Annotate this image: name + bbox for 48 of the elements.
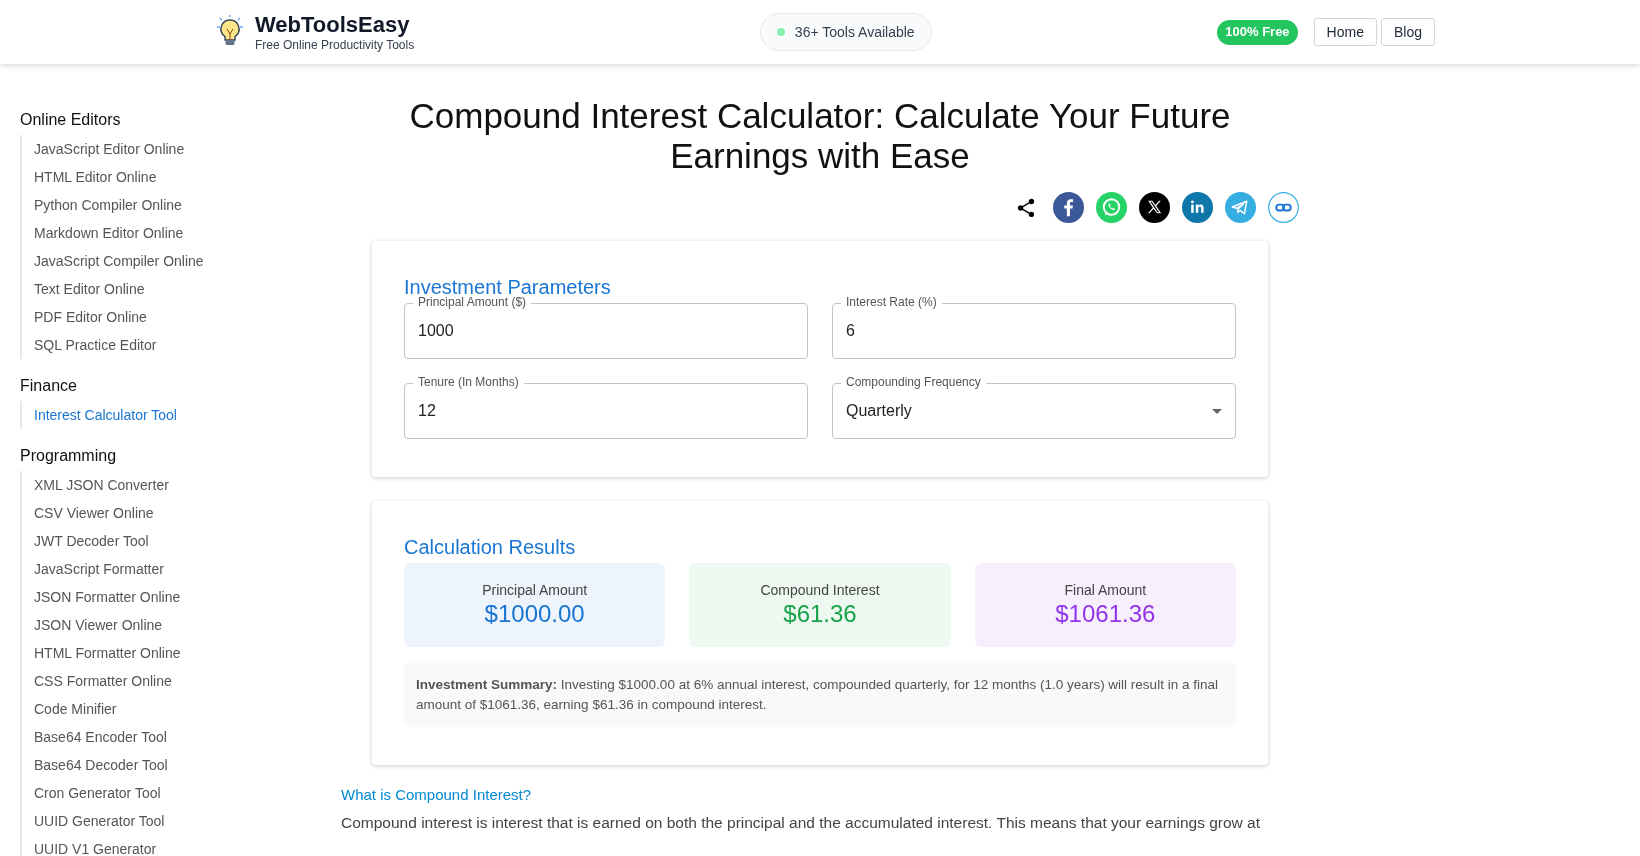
sidebar-heading: Finance [20, 376, 78, 396]
sidebar-item[interactable]: Interest Calculator Tool [22, 401, 177, 429]
sidebar-item[interactable]: UUID Generator Tool [22, 807, 165, 835]
sidebar-item[interactable]: Code Minifier [22, 695, 117, 723]
article-heading: What is Compound Interest? [341, 785, 533, 805]
field-label: Tenure (In Months) [413, 375, 524, 389]
article-paragraph: Compound interest is interest that is earned on both the principal and the accumulated interest. This means that your earnings grow at [341, 813, 1262, 833]
sidebar-item[interactable]: Cron Generator Tool [22, 779, 161, 807]
field-label: Principal Amount ($) [413, 295, 532, 309]
sidebar-item[interactable]: JSON Viewer Online [22, 611, 163, 639]
sidebar-item[interactable]: Python Compiler Online [22, 191, 182, 219]
sidebar-item[interactable]: Markdown Editor Online [22, 219, 184, 247]
sidebar-item[interactable]: Text Editor Online [22, 275, 145, 303]
sidebar-heading: Programming [20, 446, 118, 466]
result-label: Principal Amount [482, 581, 588, 599]
sidebar-item[interactable]: SQL Practice Editor [22, 331, 157, 359]
sidebar-item[interactable]: JavaScript Editor Online [22, 135, 185, 163]
sidebar-item[interactable]: JavaScript Formatter [22, 555, 164, 583]
sidebar-item[interactable]: Base64 Decoder Tool [22, 751, 168, 779]
section-heading: Calculation Results [404, 535, 577, 559]
brand-name: WebToolsEasy [255, 11, 411, 38]
sidebar-item[interactable]: UUID V1 Generator [22, 835, 157, 856]
page-title: Compound Interest Calculator: Calculate Your Future Earnings with Ease [408, 96, 1232, 176]
result-label: Compound Interest [760, 581, 880, 599]
free-badge: 100% Free [1217, 19, 1298, 45]
sidebar-item[interactable]: JWT Decoder Tool [22, 527, 149, 555]
nav-button[interactable]: Blog [1380, 18, 1435, 46]
sidebar-item[interactable]: HTML Formatter Online [22, 639, 181, 667]
sidebar-item[interactable]: HTML Editor Online [22, 163, 157, 191]
investment-summary: Investment Summary: Investing $1000.00 at 6% annual interest, compounded quarterly, for 12 months (1.0 years) will result in a final amount of $1061.36, earning $61.36 in compound interest. [404, 663, 1236, 727]
sidebar-item[interactable]: Base64 Encoder Tool [22, 723, 167, 751]
tools-count: 36+ Tools Available [794, 22, 915, 42]
sidebar-item[interactable]: JSON Formatter Online [22, 583, 181, 611]
section-heading: Investment Parameters [404, 275, 612, 298]
sidebar-item[interactable]: PDF Editor Online [22, 303, 147, 331]
result-value: $1000.00 [484, 599, 585, 629]
sidebar-item[interactable]: XML JSON Converter [22, 471, 169, 499]
sidebar-item[interactable]: JavaScript Compiler Online [22, 247, 204, 275]
brand-tagline: Free Online Productivity Tools [255, 37, 415, 53]
field-label: Compounding Frequency [841, 375, 986, 389]
result-label: Final Amount [1064, 581, 1147, 599]
nav-button[interactable]: Home [1313, 18, 1377, 46]
field-label: Interest Rate (%) [841, 295, 942, 309]
sidebar-item[interactable]: CSV Viewer Online [22, 499, 154, 527]
result-value: $61.36 [783, 599, 857, 629]
sidebar-heading: Online Editors [20, 110, 122, 130]
sidebar-item[interactable]: CSS Formatter Online [22, 667, 172, 695]
result-value: $1061.36 [1055, 599, 1156, 629]
